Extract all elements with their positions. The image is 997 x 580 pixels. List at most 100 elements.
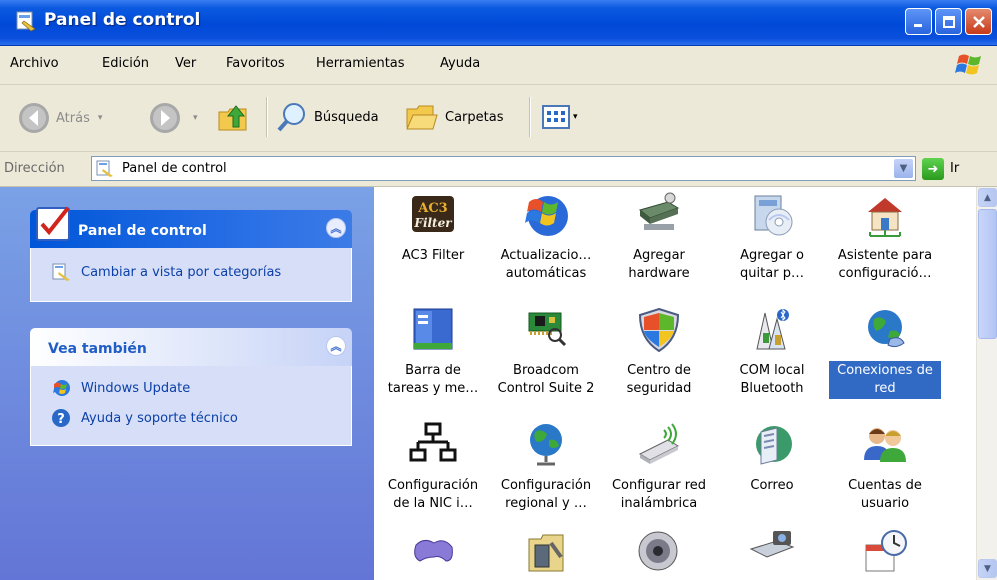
chevron-down-icon[interactable]: ▼ [894,159,913,178]
admin-tools-icon [528,534,564,572]
control-panel-icon [96,160,113,177]
svg-text:AC3: AC3 [417,201,447,216]
task-pane: Panel de control ︽ Cambiar a vista por c… [0,187,374,580]
windows-update-icon [525,196,568,236]
chevron-down-icon[interactable]: ▾ [573,112,578,122]
forward-button[interactable]: ▾ [149,102,198,134]
scroll-down-button[interactable]: ▼ [978,559,997,578]
go-button[interactable]: ➜ [922,158,944,180]
close-button[interactable] [965,8,992,35]
chevron-down-icon[interactable]: ▾ [98,113,103,123]
views-button[interactable]: ▾ [542,103,578,131]
control-panel-box-title: Panel de control [78,223,207,239]
maximize-button[interactable] [935,8,962,35]
item-security-center[interactable]: Centro de seguridad [603,305,715,399]
svg-text:?: ? [57,412,65,427]
sounds-speaker-icon [638,531,678,571]
menu-favoritos[interactable]: Favoritos [226,56,285,71]
up-folder-icon [218,105,247,131]
item-add-hardware[interactable]: Agregar hardware [603,190,715,284]
see-also-box-title: Vea también [48,341,147,357]
item-nic-config[interactable]: Configuración de la NIC i… [377,420,489,514]
game-controller-icon [414,539,453,562]
control-panel-box-body: Cambiar a vista por categorías [30,248,352,302]
address-input[interactable]: Panel de control ▼ [91,156,916,181]
collapse-chevron-icon[interactable]: ︽ [326,336,346,356]
item-com-bluetooth[interactable]: COM local Bluetooth [716,305,828,399]
menu-herramientas[interactable]: Herramientas [316,56,405,71]
address-value: Panel de control [122,161,227,176]
go-arrow-icon: ➜ [927,161,939,177]
see-also-box-body: Windows Update ? Ayuda y soporte técnico [30,366,352,446]
add-hardware-icon [638,192,680,230]
item-regional-config[interactable]: Configuración regional y … [490,420,602,514]
item-mail[interactable]: Correo [716,420,828,496]
item-sounds[interactable] [603,527,715,580]
item-automatic-updates[interactable]: Actualizacio… automáticas [490,190,602,284]
menu-ayuda[interactable]: Ayuda [440,56,480,71]
forward-arrow-icon [150,103,180,133]
item-network-connections[interactable]: Conexiones de red [829,305,941,399]
see-also-box-header[interactable]: Vea también ︽ [30,328,352,366]
scanners-cameras-icon [749,531,795,558]
item-ac3-filter[interactable]: AC3 Filter AC3 Filter [377,190,489,266]
views-grid-icon [542,105,570,129]
network-connections-icon [868,310,905,348]
item-add-remove-programs[interactable]: Agregar o quitar p… [716,190,828,284]
windows-update-link[interactable]: Windows Update [51,376,351,400]
switch-category-view-link[interactable]: Cambiar a vista por categorías [51,260,351,284]
menu-bar: Archivo Edición Ver Favoritos Herramient… [0,46,997,85]
vertical-scrollbar[interactable]: ▲ ▼ [976,187,997,580]
go-label[interactable]: Ir [950,161,959,176]
control-panel-box-header[interactable]: Panel de control ︽ [30,206,352,248]
item-user-accounts[interactable]: Cuentas de usuario [829,420,941,514]
selected-caption: Conexiones de red [829,361,941,399]
nic-network-icon [409,422,457,462]
scroll-up-button[interactable]: ▲ [978,188,997,207]
back-button[interactable]: Atrás ▾ [18,102,102,134]
mail-icon [756,426,792,465]
maximize-icon [942,15,955,28]
menu-archivo[interactable]: Archivo [10,56,59,71]
back-label: Atrás [56,110,90,126]
checklist-icon [36,206,70,241]
item-game-controllers[interactable] [377,527,489,580]
back-arrow-icon [19,103,49,133]
item-taskbar[interactable]: Barra de tareas y me… [377,305,489,399]
icon-view: AC3 Filter AC3 Filter Actualizacio… automá… [374,187,976,580]
regional-globe-icon [530,424,562,466]
com-bluetooth-icon [756,308,789,350]
help-support-label: Ayuda y soporte técnico [81,410,238,426]
taskbar-icon [413,308,453,350]
close-icon [972,15,985,28]
ac3-filter-icon: AC3Filter [412,196,454,232]
help-icon: ? [52,409,70,427]
item-wireless-config[interactable]: Configurar red inalámbrica [603,420,715,514]
windows-update-icon [53,380,70,396]
item-network-setup-wizard[interactable]: Asistente para configuració… [829,190,941,284]
chevron-down-icon[interactable]: ▾ [193,113,198,123]
item-scanners-cameras[interactable] [716,527,828,580]
folders-button[interactable]: Carpetas [405,101,503,133]
up-folder-button[interactable] [216,100,250,134]
switch-category-view-label: Cambiar a vista por categorías [81,264,282,280]
window-title: Panel de control [44,10,201,30]
minimize-icon [913,23,922,27]
see-also-box: Vea también ︽ Windows Update ? Ayuda y s… [30,328,352,446]
wireless-adapter-icon [638,423,680,464]
help-support-link[interactable]: ? Ayuda y soporte técnico [51,406,351,430]
title-bar[interactable]: Panel de control [0,0,997,46]
menu-ver[interactable]: Ver [175,56,196,71]
search-label: Búsqueda [314,109,379,125]
item-admin-tools[interactable] [490,527,602,580]
collapse-chevron-icon[interactable]: ︽ [326,218,346,238]
item-broadcom[interactable]: Broadcom Control Suite 2 [490,305,602,399]
menu-edicion[interactable]: Edición [102,56,149,71]
security-center-shield-icon [638,307,680,353]
minimize-button[interactable] [905,8,932,35]
search-button[interactable]: Búsqueda [276,101,379,133]
item-date-time[interactable] [829,527,941,580]
scroll-thumb[interactable] [978,209,997,339]
network-setup-wizard-icon [868,198,902,237]
control-panel-box: Panel de control ︽ Cambiar a vista por c… [30,206,352,302]
